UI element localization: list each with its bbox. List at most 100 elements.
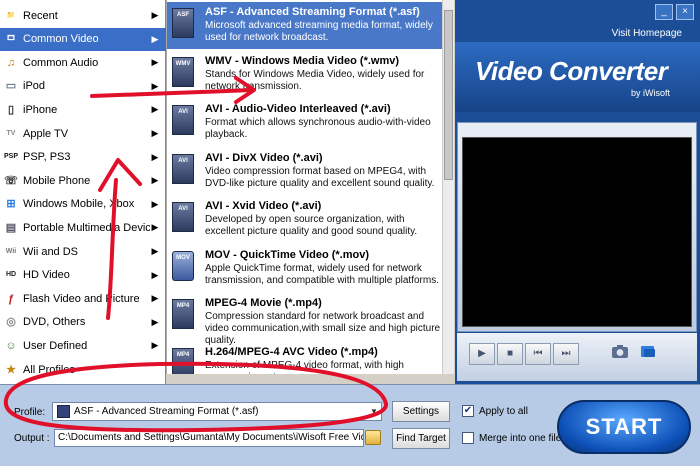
format-title: H.264/MPEG-4 AVC Video (*.mp4) xyxy=(205,345,378,358)
profiles-icon: ★ xyxy=(6,363,16,376)
menu-item-label: Mobile Phone xyxy=(23,174,91,187)
window-controls: _ × xyxy=(655,4,694,20)
format-title: AVI - Audio-Video Interleaved (*.avi) xyxy=(205,103,391,115)
menu-item-common-video[interactable]: 🎞 Common Video ▶ xyxy=(0,27,166,51)
play-button[interactable]: ▶ xyxy=(469,343,495,365)
format-title: MPEG-4 Movie (*.mp4) xyxy=(205,297,322,309)
checkbox-unchecked[interactable] xyxy=(462,432,474,444)
menu-item-mobile-phone[interactable]: ☏ Mobile Phone ▶ xyxy=(0,169,166,192)
chevron-right-icon: ▶ xyxy=(151,57,159,68)
menu-item-label: Common Audio xyxy=(23,56,99,69)
format-item[interactable]: ASF ASF - Advanced Streaming Format (*.as… xyxy=(167,2,443,49)
format-item[interactable]: AVI AVI - Xvid Video (*.avi) Developed by … xyxy=(167,196,443,243)
menu-item-label: DVD, Others xyxy=(23,316,86,329)
previous-button[interactable]: ⏮ xyxy=(525,343,551,365)
close-button[interactable]: × xyxy=(676,4,694,20)
menu-item-recent[interactable]: 📁 Recent ▶ xyxy=(0,4,166,27)
menu-item-label: All Profiles xyxy=(23,363,75,376)
minimize-button[interactable]: _ xyxy=(655,4,673,20)
menu-item-label: Flash Video and Picture xyxy=(23,292,140,305)
chevron-right-icon: ▶ xyxy=(151,293,159,304)
stop-button[interactable]: ■ xyxy=(497,343,523,365)
chevron-right-icon: ▶ xyxy=(151,104,159,115)
dvd-icon: ◎ xyxy=(6,316,16,329)
start-button[interactable]: START xyxy=(557,400,691,454)
menu-item-label: PSP, PS3 xyxy=(23,151,71,164)
find-target-button[interactable]: Find Target xyxy=(392,428,450,449)
mp4-file-icon: MP4 xyxy=(172,347,194,374)
menu-item-label: Windows Mobile, Xbox xyxy=(23,198,135,211)
visit-homepage-link[interactable]: Visit Homepage xyxy=(612,28,682,39)
menu-item-windows-mobile-xbox[interactable]: ⊞ Windows Mobile, Xbox ▶ xyxy=(0,193,166,216)
browse-folder-icon[interactable] xyxy=(365,430,381,445)
format-description: Format which allows synchronous audio-wi… xyxy=(205,117,431,140)
format-submenu: ASF ASF - Advanced Streaming Format (*.as… xyxy=(166,0,454,374)
menu-item-user-defined[interactable]: ☺ User Defined ▶ xyxy=(0,334,166,357)
scrollbar-thumb[interactable] xyxy=(444,10,453,180)
output-path-field[interactable]: C:\Documents and Settings\Gumanta\My Doc… xyxy=(54,429,364,447)
menu-item-all-profiles[interactable]: ★ All Profiles xyxy=(0,358,166,381)
chevron-right-icon: ▶ xyxy=(151,175,159,186)
hd-icon: HD xyxy=(5,271,17,279)
profile-dropdown[interactable]: ASF - Advanced Streaming Format (*.asf) … xyxy=(52,402,382,421)
format-item[interactable]: MP4 H.264/MPEG-4 AVC Video (*.mp4) Extensi… xyxy=(167,342,443,375)
folder-open-icon[interactable] xyxy=(635,343,661,365)
menu-item-common-audio[interactable]: ♫ Common Audio ▶ xyxy=(0,51,166,74)
menu-item-ipod[interactable]: ▭ iPod ▶ xyxy=(0,75,166,98)
format-item[interactable]: MP4 MPEG-4 Movie (*.mp4) Compression stand… xyxy=(167,293,443,346)
preview-panel xyxy=(457,122,697,332)
profile-value: ASF - Advanced Streaming Format (*.asf) xyxy=(74,406,259,417)
flash-icon: ƒ xyxy=(7,292,15,305)
menu-item-psp-ps3[interactable]: PSP PSP, PS3 ▶ xyxy=(0,146,166,169)
camera-icon[interactable] xyxy=(607,343,633,365)
media-device-icon: ▤ xyxy=(5,221,17,234)
menu-item-label: HD Video xyxy=(23,269,70,282)
format-description: Video compression format based on MPEG4,… xyxy=(205,165,435,189)
format-description: Apple QuickTime format, widely used for … xyxy=(205,262,439,286)
menu-item-label: Common Video xyxy=(23,33,99,46)
psp-icon: PSP xyxy=(3,153,18,161)
format-description: Extension of MPEG-4 video format, with h… xyxy=(205,359,404,375)
menu-item-label: iPhone xyxy=(23,103,58,116)
apply-to-all-checkbox[interactable]: ✔ Apply to all xyxy=(462,405,528,417)
category-menu: 📁 Recent ▶ 🎞 Common Video ▶ ♫ Common Audio ▶ ▭ iPo… xyxy=(0,0,166,384)
next-button[interactable]: ⏭ xyxy=(553,343,579,365)
settings-button[interactable]: Settings xyxy=(392,401,450,422)
chevron-down-icon[interactable]: ▼ xyxy=(367,407,381,416)
menu-item-portable-multimedia-device[interactable]: ▤ Portable Multimedia Device ▶ xyxy=(0,216,166,239)
brand-subtitle: by iWisoft xyxy=(630,88,670,98)
menu-item-wii-and-ds[interactable]: Wii Wii and DS ▶ xyxy=(0,240,166,263)
apply-to-all-label: Apply to all xyxy=(479,405,528,417)
menu-item-label: Wii and DS xyxy=(23,245,79,258)
menu-item-apple-tv[interactable]: TV Apple TV ▶ xyxy=(0,122,166,145)
player-controls: ▶ ■ ⏮ ⏭ xyxy=(457,333,697,381)
tv-icon: TV xyxy=(6,129,16,137)
format-item[interactable]: AVI AVI - Audio-Video Interleaved (*.avi)… xyxy=(167,99,443,146)
preview-screen xyxy=(462,137,692,327)
format-title: WMV - Windows Media Video (*.wmv) xyxy=(205,54,400,67)
menu-item-flash-video-and-picture[interactable]: ƒ Flash Video and Picture ▶ xyxy=(0,287,166,310)
format-description: Developed by open source organization, w… xyxy=(205,214,418,237)
merge-into-one-file-checkbox[interactable]: Merge into one file xyxy=(462,432,561,444)
submenu-scrollbar[interactable] xyxy=(442,0,454,374)
menu-item-label: Apple TV xyxy=(23,127,69,140)
menu-item-hd-video[interactable]: HD HD Video ▶ xyxy=(0,264,166,287)
merge-label: Merge into one file xyxy=(479,432,562,444)
bottom-controls: Profile: ASF - Advanced Streaming Format… xyxy=(0,384,700,466)
asf-format-icon xyxy=(57,405,70,418)
menu-item-label: iPod xyxy=(23,80,46,93)
checkbox-checked[interactable]: ✔ xyxy=(462,405,474,417)
format-item[interactable]: MOV MOV - QuickTime Video (*.mov) Apple Qu… xyxy=(167,245,443,292)
menu-item-dvd-others[interactable]: ◎ DVD, Others ▶ xyxy=(0,311,166,334)
avi-file-icon: AVI xyxy=(172,202,194,232)
chevron-right-icon: ▶ xyxy=(151,128,159,138)
format-title: AVI - DivX Video (*.avi) xyxy=(205,151,323,164)
chevron-right-icon: ▶ xyxy=(151,222,159,233)
format-item[interactable]: WMV WMV - Windows Media Video (*.wmv) Stan… xyxy=(167,51,443,98)
music-icon: ♫ xyxy=(6,56,16,69)
menu-item-iphone[interactable]: ▯ iPhone ▶ xyxy=(0,98,166,121)
format-item[interactable]: AVI AVI - DivX Video (*.avi) Video compres… xyxy=(167,148,443,195)
format-description: Microsoft advanced streaming media forma… xyxy=(205,20,433,43)
format-description: Stands for Windows Media Video, widely u… xyxy=(205,68,425,92)
format-title: ASF - Advanced Streaming Format (*.asf) xyxy=(205,6,420,18)
